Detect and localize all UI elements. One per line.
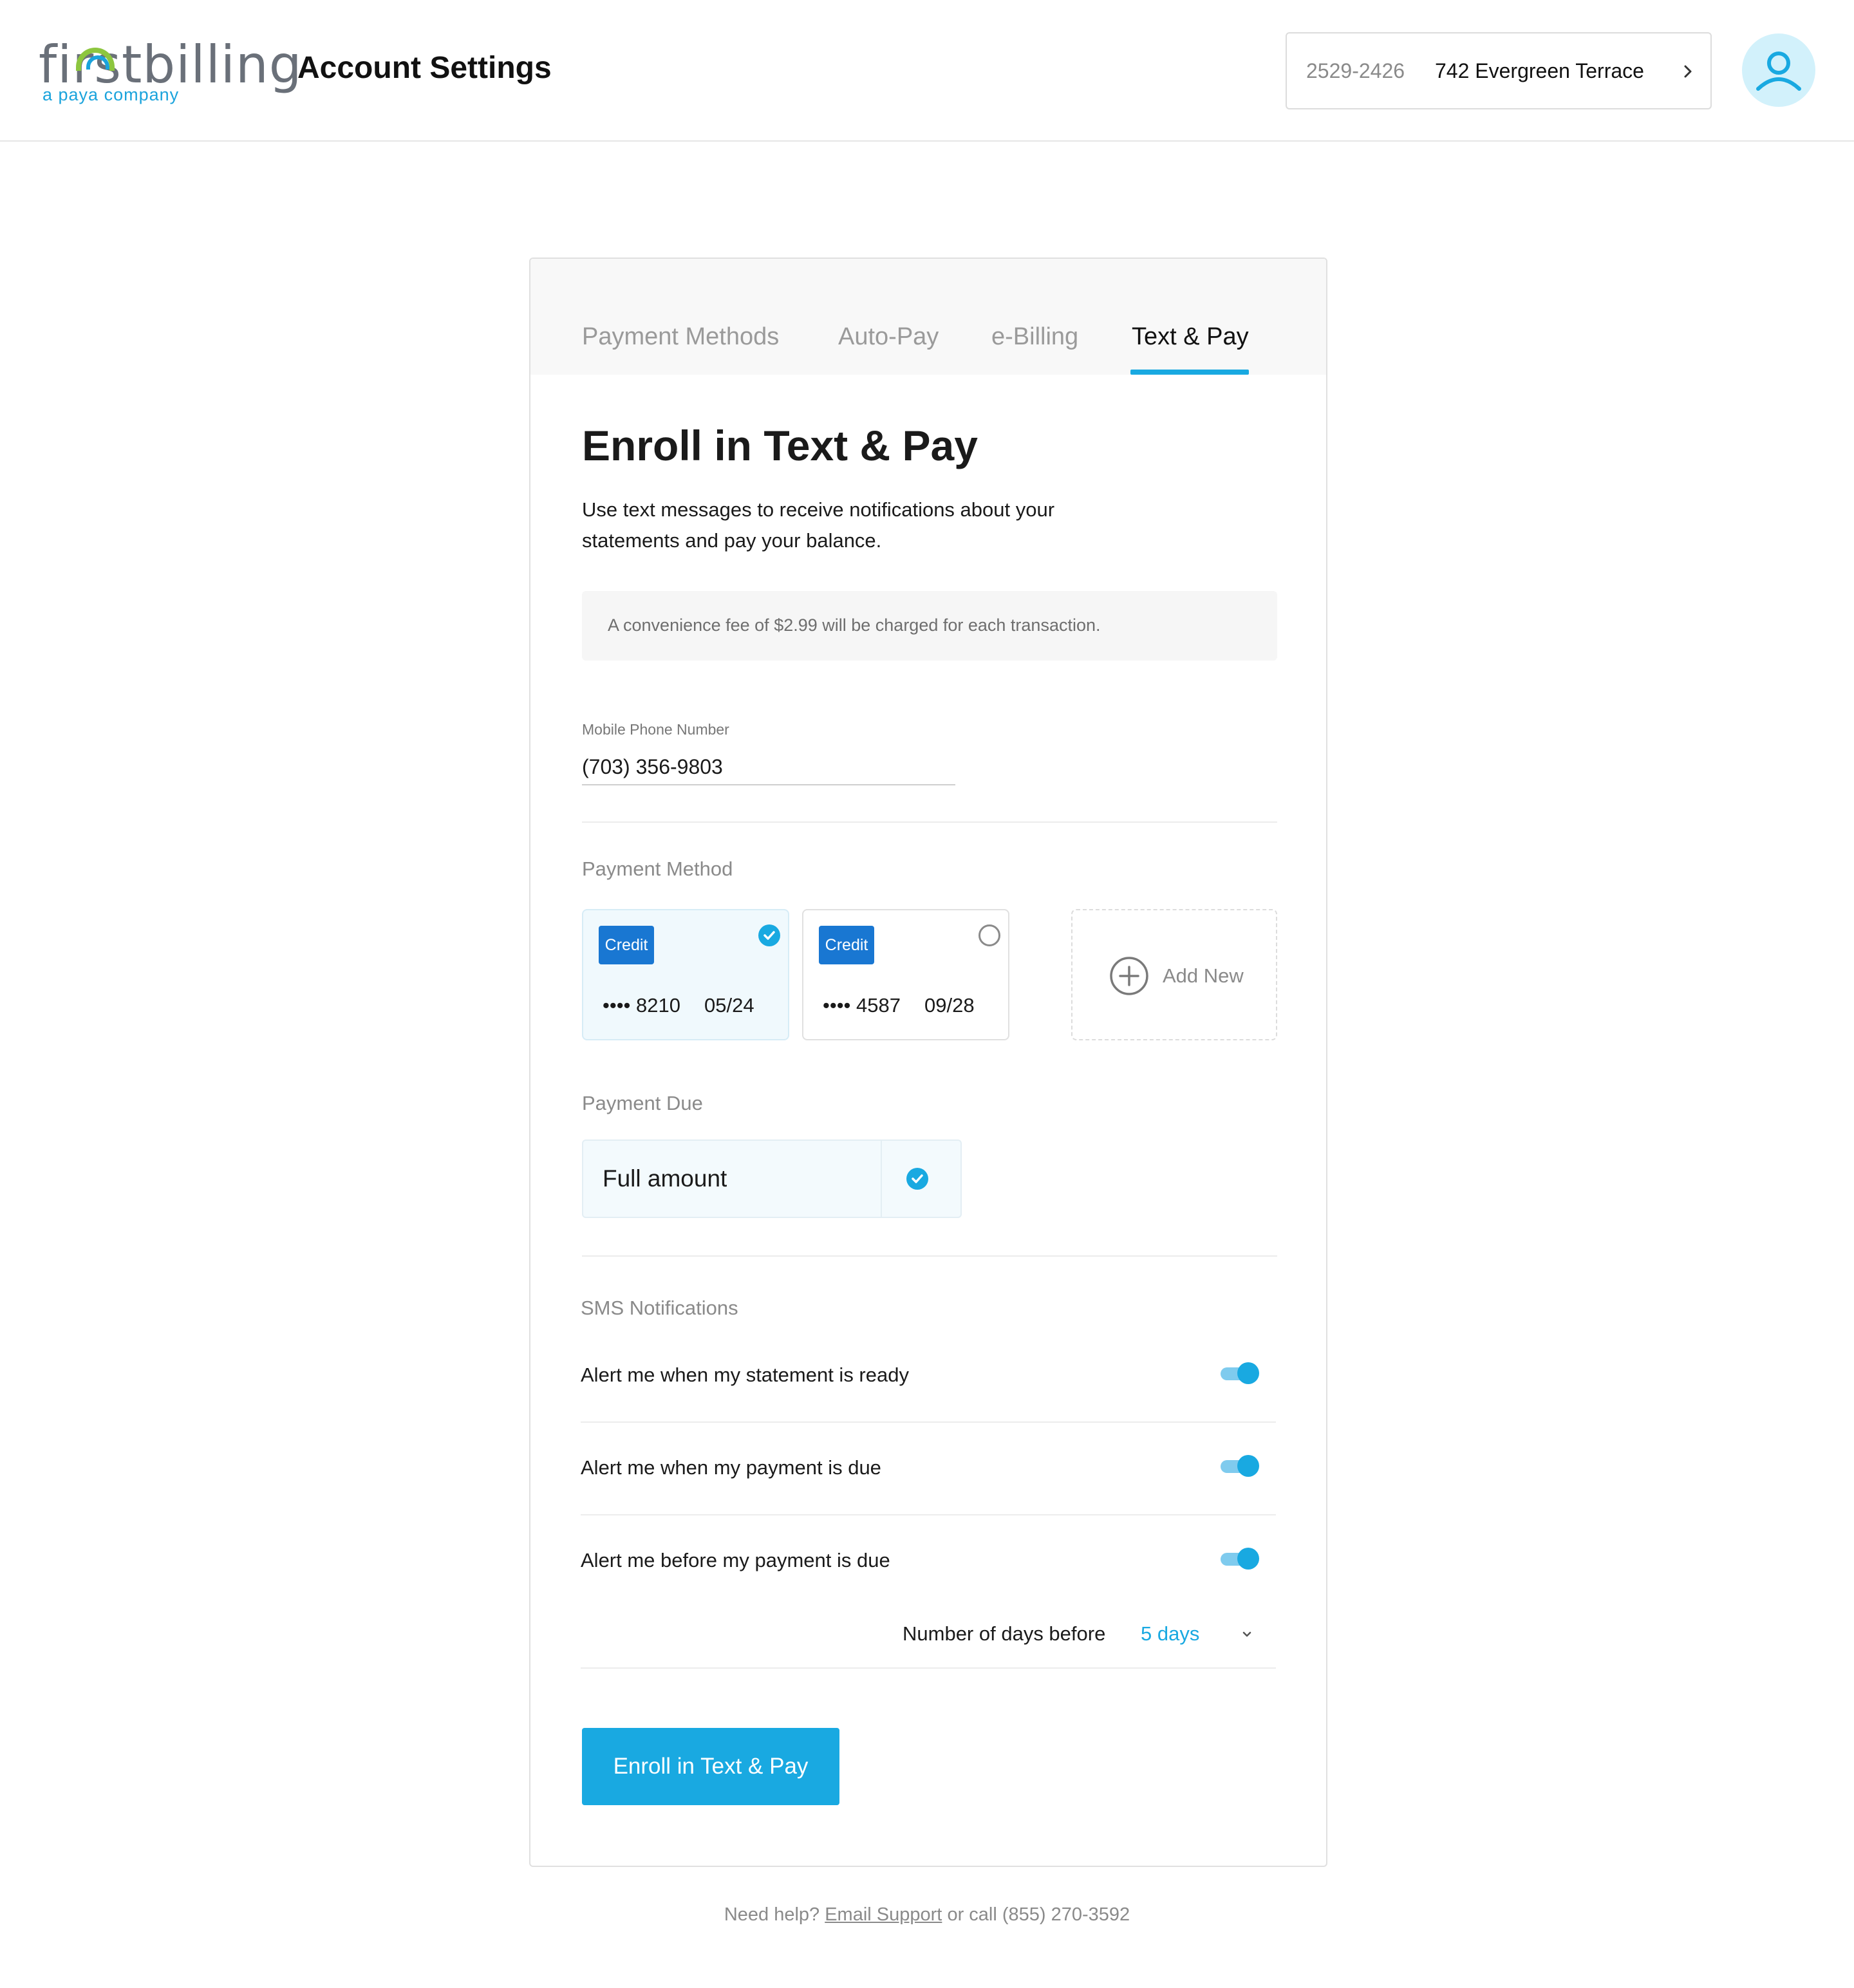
plus-circle-icon xyxy=(1110,957,1148,995)
divider xyxy=(581,1421,1276,1423)
user-icon xyxy=(1756,52,1801,91)
selected-check-icon xyxy=(906,1168,928,1190)
days-before-label: Number of days before xyxy=(903,1622,1106,1645)
chevron-right-icon xyxy=(1684,65,1692,78)
card-masked-number: •••• 4587 xyxy=(823,994,901,1017)
card-masked-number: •••• 8210 xyxy=(603,994,680,1017)
toggle-knob xyxy=(1237,1455,1259,1477)
divider xyxy=(581,1514,1276,1515)
top-header: firstbilling a paya company Account Sett… xyxy=(0,0,1854,142)
credit-badge: Credit xyxy=(819,926,874,964)
help-footer: Need help? Email Support or call (855) 2… xyxy=(0,1904,1854,1926)
alert-payment-due-label: Alert me when my payment is due xyxy=(581,1456,881,1479)
alert-statement-ready-toggle[interactable] xyxy=(1221,1362,1260,1384)
help-prefix: Need help? xyxy=(724,1904,820,1925)
alert-payment-due-toggle[interactable] xyxy=(1221,1455,1260,1477)
divider xyxy=(582,821,1277,823)
alert-before-due-label: Alert me before my payment is due xyxy=(581,1549,890,1571)
payment-due-option[interactable]: Full amount xyxy=(582,1139,962,1218)
alert-statement-ready-label: Alert me when my statement is ready xyxy=(581,1364,909,1386)
credit-badge: Credit xyxy=(599,926,654,964)
add-new-payment-button[interactable]: Add New xyxy=(1071,909,1277,1040)
user-avatar-button[interactable] xyxy=(1742,33,1815,107)
option-divider xyxy=(881,1141,882,1217)
card-expiry: 09/28 xyxy=(924,994,975,1017)
payment-due-text: Full amount xyxy=(603,1165,727,1192)
card-expiry: 05/24 xyxy=(704,994,754,1017)
payment-card-option[interactable]: Credit •••• 4587 09/28 xyxy=(802,909,1009,1040)
divider xyxy=(582,1255,1277,1257)
toggle-knob xyxy=(1237,1362,1259,1384)
logo-tagline: a paya company xyxy=(42,85,180,104)
email-support-link[interactable]: Email Support xyxy=(825,1904,942,1925)
add-new-label: Add New xyxy=(1163,964,1244,987)
firstbilling-logo[interactable]: firstbilling a paya company xyxy=(39,36,302,107)
selected-check-icon xyxy=(758,924,780,946)
help-suffix: or call (855) 270-3592 xyxy=(947,1904,1130,1925)
chevron-down-icon[interactable] xyxy=(1239,1626,1255,1643)
radio-unselected-icon xyxy=(979,924,1000,946)
settings-card: Payment Methods Auto-Pay e-Billing Text … xyxy=(529,258,1327,1867)
phone-label: Mobile Phone Number xyxy=(582,721,729,738)
active-tab-indicator xyxy=(1130,370,1249,375)
payment-card-option[interactable]: Credit •••• 8210 05/24 xyxy=(582,909,789,1040)
settings-tabs: Payment Methods Auto-Pay e-Billing Text … xyxy=(530,259,1326,375)
sms-notifications-label: SMS Notifications xyxy=(581,1297,738,1319)
tab-auto-pay[interactable]: Auto-Pay xyxy=(838,323,939,351)
tab-payment-methods[interactable]: Payment Methods xyxy=(582,323,779,351)
phone-input[interactable] xyxy=(582,749,955,785)
days-before-select[interactable]: 5 days xyxy=(1141,1622,1199,1646)
page-title: Account Settings xyxy=(297,51,552,85)
tab-e-billing[interactable]: e-Billing xyxy=(991,323,1078,351)
divider xyxy=(581,1667,1276,1669)
fee-notice: A convenience fee of $2.99 will be charg… xyxy=(582,591,1277,661)
payment-method-label: Payment Method xyxy=(582,858,733,880)
toggle-knob xyxy=(1237,1548,1259,1570)
account-address: 742 Evergreen Terrace xyxy=(1435,59,1644,82)
payment-due-label: Payment Due xyxy=(582,1092,703,1114)
fee-notice-text: A convenience fee of $2.99 will be charg… xyxy=(608,615,1101,635)
tab-text-and-pay[interactable]: Text & Pay xyxy=(1132,323,1249,351)
alert-before-due-toggle[interactable] xyxy=(1221,1548,1260,1570)
account-number: 2529-2426 xyxy=(1306,59,1405,82)
account-selector-button[interactable]: 2529-2426 742 Evergreen Terrace xyxy=(1286,32,1712,109)
section-heading: Enroll in Text & Pay xyxy=(582,422,978,469)
enroll-button[interactable]: Enroll in Text & Pay xyxy=(582,1728,839,1805)
intro-text: Use text messages to receive notificatio… xyxy=(582,498,1055,552)
